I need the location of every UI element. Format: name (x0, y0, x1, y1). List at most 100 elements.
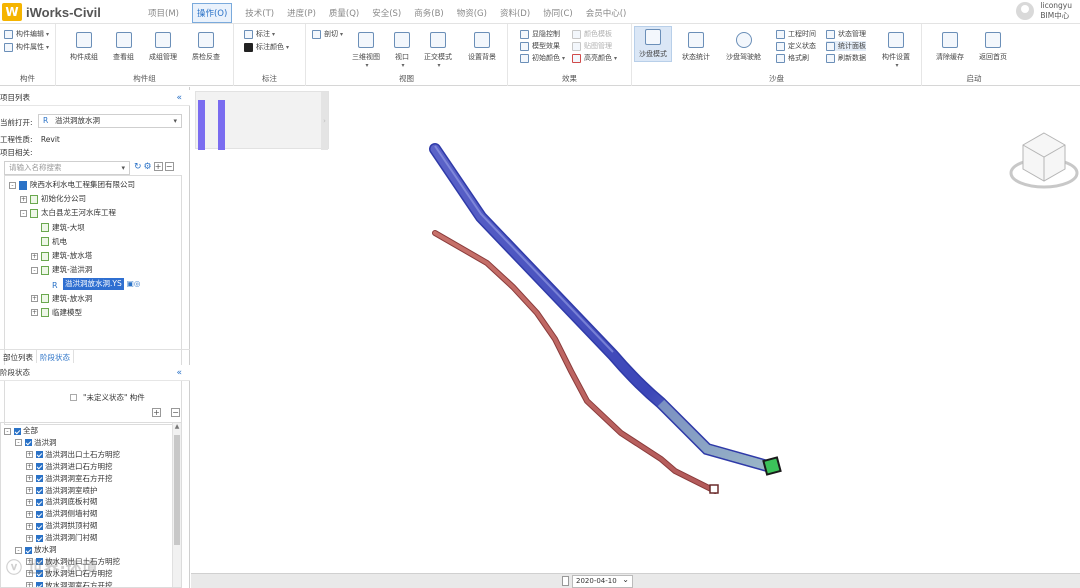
ortho-mode-button[interactable]: 正交模式 (424, 32, 452, 69)
scroll-up-icon[interactable]: ▲ (173, 423, 181, 430)
menu-documents[interactable]: 资料(D) (500, 4, 530, 23)
tree-node[interactable]: - 太白县龙王河水库工程 (20, 207, 116, 219)
expand-icon[interactable]: + (26, 487, 33, 494)
menu-collaboration[interactable]: 协同(C) (543, 4, 573, 23)
collapse-all-icon[interactable]: − (164, 162, 174, 171)
init-color-button[interactable]: 初始颜色 (520, 53, 565, 63)
component-edit-button[interactable]: 构件编辑 (4, 29, 49, 39)
format-brush-button[interactable]: 格式刷 (776, 53, 809, 63)
expand-icon[interactable]: + (26, 522, 33, 530)
expand-icon[interactable]: + (26, 475, 33, 483)
collapse-icon[interactable]: - (9, 181, 16, 189)
add-stage-icon[interactable]: + (152, 408, 161, 417)
outlet-tunnel[interactable] (432, 230, 718, 494)
undefined-status-checkbox[interactable] (70, 394, 77, 401)
view-cube-icon[interactable] (1009, 127, 1079, 197)
collapse-stage-icon[interactable]: « (176, 365, 182, 381)
tunnel-outlet-marker[interactable] (762, 456, 782, 476)
tree-node[interactable]: + 临建模型 (31, 307, 82, 319)
mark-button[interactable]: 标注 (244, 29, 275, 39)
tree-node[interactable]: + 初始化分公司 (20, 193, 86, 205)
manage-group-button[interactable]: 成组管理 (149, 32, 177, 62)
refresh-icon[interactable]: ↻ (134, 162, 142, 172)
stage-tree-node[interactable]: + 溢洪洞侧墙衬砌 (26, 508, 98, 520)
component-props-button[interactable]: 构件属性 (4, 42, 49, 52)
set-background-button[interactable]: 设置背景 (468, 32, 496, 62)
stage-checkbox[interactable] (36, 582, 43, 587)
collapse-icon[interactable]: - (20, 209, 27, 217)
expand-icon[interactable]: + (31, 295, 38, 303)
menu-project[interactable]: 项目(M) (148, 4, 179, 23)
outlet-end-marker[interactable] (709, 484, 719, 494)
stage-checkbox[interactable] (36, 463, 43, 471)
menu-safety[interactable]: 安全(S) (372, 4, 401, 23)
stage-tree-node[interactable]: + 溢洪洞洞室石方开挖 (26, 473, 113, 485)
current-open-select[interactable]: R 溢洪洞放水洞 (38, 114, 182, 128)
search-input[interactable]: 请输入名称搜索 (4, 161, 130, 175)
menu-member-center[interactable]: 会员中心() (586, 4, 627, 23)
tree-node-selected[interactable]: R 溢洪洞放水洞.YS ▣◎ (42, 278, 141, 291)
three-d-view-button[interactable]: 三维视图 (352, 32, 380, 69)
stage-checkbox[interactable] (36, 451, 43, 459)
stage-tree-node[interactable]: + 溢洪洞洞室喷护 (26, 485, 98, 497)
collapse-icon[interactable]: - (15, 439, 22, 447)
status-stats-button[interactable]: 状态统计 (682, 32, 710, 62)
stage-checkbox[interactable] (25, 546, 32, 554)
stage-checkbox[interactable] (25, 439, 32, 447)
stage-tree-node[interactable]: + 溢洪洞出口土石方明挖 (26, 449, 120, 461)
stage-tree-node[interactable]: + 溢洪洞洞门衬砌 (26, 532, 98, 544)
collapse-icon[interactable]: - (15, 546, 22, 554)
mark-color-button[interactable]: 标注颜色 (244, 42, 289, 52)
menu-business[interactable]: 商务(B) (414, 4, 443, 23)
tree-node[interactable]: + 建筑-放水塔 (31, 250, 92, 262)
node-action-icon[interactable]: ▣◎ (127, 278, 141, 290)
tree-node[interactable]: 机电 (31, 236, 67, 248)
tree-node[interactable]: 建筑-大坝 (31, 222, 85, 234)
user-info[interactable]: licongyu BIM中心 (1016, 1, 1072, 21)
stage-tree-node[interactable]: - 溢洪洞 (15, 437, 57, 449)
sandbox-cockpit-button[interactable]: 沙盘驾驶舱 (726, 32, 761, 62)
stage-checkbox[interactable] (36, 487, 43, 494)
refresh-data-button[interactable]: 刷新数据 (826, 53, 866, 63)
return-home-button[interactable]: 返回首页 (979, 32, 1007, 62)
sandbox-mode-button[interactable]: 沙盘模式 (634, 26, 672, 62)
stage-tree-scrollbar[interactable]: ▲ (172, 423, 181, 587)
stage-tree-node[interactable]: + 溢洪洞拱顶衬砌 (26, 520, 98, 532)
stage-tree-node[interactable]: - 全部 (4, 425, 38, 437)
expand-icon[interactable]: + (20, 195, 27, 203)
tab-stage-status[interactable]: 阶段状态 (37, 350, 74, 363)
expand-all-icon[interactable]: + (153, 162, 163, 171)
scroll-thumb[interactable] (174, 435, 180, 545)
stage-tree-node[interactable]: + 溢洪洞进口石方明挖 (26, 461, 113, 473)
stage-checkbox[interactable] (14, 427, 21, 435)
model-viewport[interactable]: › (191, 87, 1080, 573)
tree-node[interactable]: + 建筑-放水洞 (31, 293, 92, 305)
stats-panel-button[interactable]: 统计面板 (826, 41, 866, 51)
expand-icon[interactable]: + (31, 252, 38, 260)
expand-icon[interactable]: + (26, 582, 33, 587)
highlight-color-button[interactable]: 高亮颜色 (572, 53, 617, 63)
date-marker-icon[interactable] (562, 576, 569, 586)
define-status-button[interactable]: 定义状态 (776, 41, 816, 51)
quality-check-button[interactable]: 质检反查 (192, 32, 220, 62)
stage-checkbox[interactable] (36, 498, 43, 506)
stage-checkbox[interactable] (36, 534, 43, 542)
avatar-icon[interactable] (1016, 2, 1035, 20)
menu-operation[interactable]: 操作(O) (191, 3, 233, 23)
expand-icon[interactable]: + (26, 534, 33, 542)
gear-icon[interactable]: ⚙ (144, 162, 152, 172)
expand-icon[interactable]: + (26, 510, 33, 518)
stage-checkbox[interactable] (36, 475, 43, 483)
menu-progress[interactable]: 进度(P) (287, 4, 316, 23)
section-button[interactable]: 剖切 (312, 29, 343, 39)
collapse-icon[interactable]: - (4, 427, 11, 435)
view-group-button[interactable]: 查看组 (113, 32, 134, 62)
undefined-status-row[interactable]: "未定义状态" 构件 (70, 392, 145, 403)
tab-part-list[interactable]: 部位列表 (0, 350, 37, 363)
expand-icon[interactable]: + (26, 451, 33, 459)
clear-cache-button[interactable]: 清除缓存 (936, 32, 964, 62)
show-hide-button[interactable]: 显隐控制 (520, 29, 560, 39)
color-template-button[interactable]: 颜色模板 (572, 29, 612, 39)
stage-tree-node[interactable]: + 放水洞洞室石方开挖 (26, 580, 113, 587)
expand-icon[interactable]: + (26, 463, 33, 471)
